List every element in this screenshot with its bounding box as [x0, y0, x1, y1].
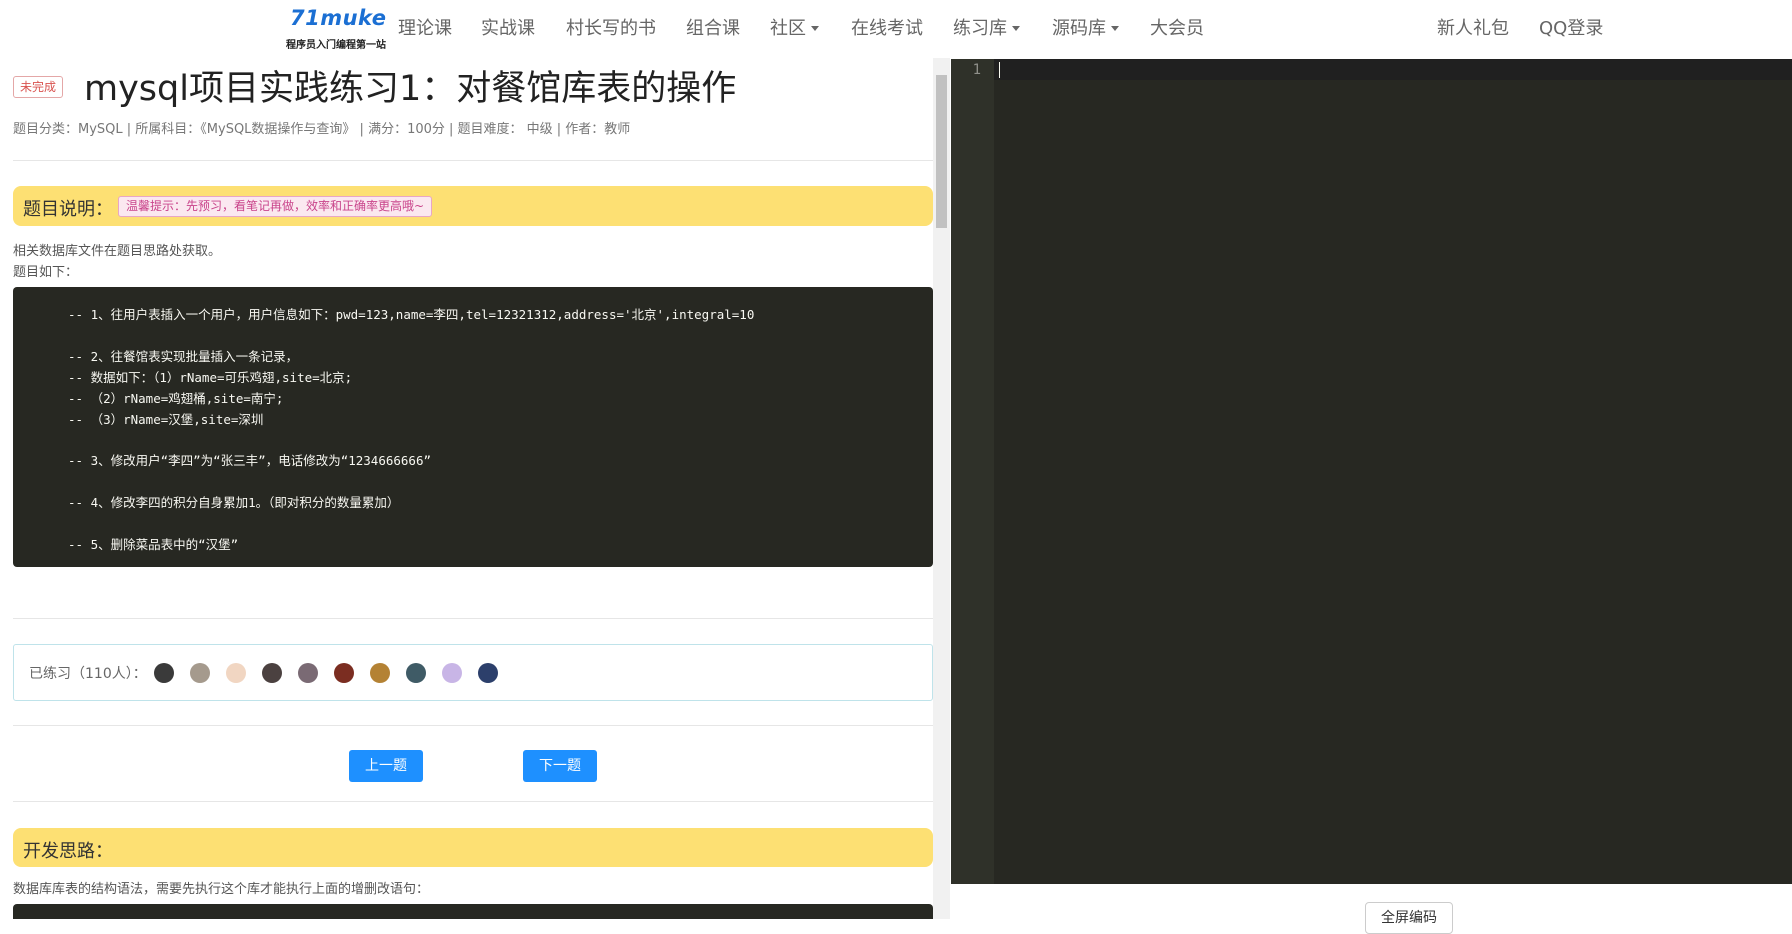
nav-books[interactable]: 村长写的书 — [566, 14, 656, 40]
prev-question-button[interactable]: 上一题 — [349, 750, 423, 782]
nav-exercise-library-label: 练习库 — [953, 18, 1007, 39]
code-line: -- 3、修改用户“李四”为“张三丰”，电话修改为“1234666666” — [68, 453, 432, 468]
practiced-users-box: 已练习（110人）： — [13, 644, 933, 701]
logo-tagline: 程序员入门编程第一站 — [286, 40, 386, 51]
divider — [13, 618, 933, 619]
nav-community-label: 社区 — [770, 18, 806, 39]
next-question-button[interactable]: 下一题 — [523, 750, 597, 782]
nav-bundle-course[interactable]: 组合课 — [686, 14, 740, 40]
description-line: 相关数据库文件在题目思路处获取。 — [13, 244, 222, 259]
site-logo[interactable]: 71muke 程序员入门编程第一站 — [286, 4, 386, 51]
code-line: -- （2）rName=鸡翅桶,site=南宁; — [68, 391, 284, 406]
top-navbar: 71muke 程序员入门编程第一站 理论课 实战课 村长写的书 组合课 社区 在… — [0, 0, 1792, 52]
scrollbar-thumb[interactable] — [936, 75, 947, 228]
page-title: mysql项目实践练习1：对餐馆库表的操作 — [84, 69, 737, 109]
problem-code-block: -- 1、往用户表插入一个用户，用户信息如下：pwd=123,name=李四,t… — [13, 287, 933, 567]
chevron-down-icon — [1111, 25, 1119, 31]
schema-code-block — [13, 904, 933, 919]
avatar[interactable] — [298, 663, 318, 683]
code-line: -- 4、修改李四的积分自身累加1。（即对积分的数量累加） — [68, 495, 400, 510]
code-editor[interactable]: 1 — [951, 59, 1792, 884]
avatar[interactable] — [334, 663, 354, 683]
code-line: -- 5、删除菜品表中的“汉堡” — [68, 537, 239, 552]
avatar[interactable] — [406, 663, 426, 683]
nav-theory-course[interactable]: 理论课 — [398, 14, 452, 40]
problem-meta: 题目分类：MySQL | 所属科目：《MySQL数据操作与查询》 | 满分：10… — [13, 122, 631, 137]
nav-source-library[interactable]: 源码库 — [1052, 14, 1119, 40]
scrollbar[interactable] — [933, 58, 950, 919]
tip-badge: 温馨提示：先预习，看笔记再做，效率和正确率更高哦~ — [118, 196, 433, 217]
nav-new-user-gift[interactable]: 新人礼包 — [1437, 14, 1509, 40]
divider — [13, 725, 933, 726]
avatar[interactable] — [478, 663, 498, 683]
avatar[interactable] — [190, 663, 210, 683]
description-header: 题目说明： 温馨提示：先预习，看笔记再做，效率和正确率更高哦~ — [13, 186, 933, 226]
divider — [13, 801, 933, 802]
avatar[interactable] — [370, 663, 390, 683]
avatar[interactable] — [226, 663, 246, 683]
thoughts-heading: 开发思路： — [23, 841, 113, 862]
code-line: -- 数据如下：（1）rName=可乐鸡翅,site=北京; — [68, 370, 353, 385]
avatar[interactable] — [262, 663, 282, 683]
nav-vip[interactable]: 大会员 — [1150, 14, 1204, 40]
chevron-down-icon — [811, 25, 819, 31]
editor-active-line[interactable] — [994, 59, 1792, 80]
divider — [13, 160, 933, 161]
line-number: 1 — [972, 62, 981, 78]
logo-text: 71muke — [290, 6, 387, 30]
status-badge: 未完成 — [13, 76, 64, 98]
chevron-down-icon — [1012, 25, 1020, 31]
nav-exercise-library[interactable]: 练习库 — [953, 14, 1020, 40]
nav-community[interactable]: 社区 — [770, 14, 819, 40]
avatar[interactable] — [154, 663, 174, 683]
thoughts-header: 开发思路： — [13, 828, 933, 867]
editor-gutter: 1 — [951, 59, 994, 884]
avatar[interactable] — [442, 663, 462, 683]
problem-panel: 未完成 mysql项目实践练习1：对餐馆库表的操作 题目分类：MySQL | 所… — [0, 58, 933, 919]
nav-practical-course[interactable]: 实战课 — [481, 14, 535, 40]
practiced-count-label: 已练习（110人）： — [29, 666, 147, 682]
description-line: 题目如下： — [13, 265, 79, 280]
code-line: -- （3）rName=汉堡,site=深圳 — [68, 412, 264, 427]
code-line: -- 1、往用户表插入一个用户，用户信息如下：pwd=123,name=李四,t… — [68, 307, 755, 322]
text-cursor — [999, 62, 1000, 78]
description-heading: 题目说明： — [23, 199, 113, 220]
nav-online-exam[interactable]: 在线考试 — [851, 14, 923, 40]
thoughts-line: 数据库库表的结构语法，需要先执行这个库才能执行上面的增删改语句： — [13, 882, 430, 897]
nav-source-library-label: 源码库 — [1052, 18, 1106, 39]
code-line: -- 2、往餐馆表实现批量插入一条记录， — [68, 349, 299, 364]
fullscreen-coding-button[interactable]: 全屏编码 — [1365, 902, 1453, 934]
nav-qq-login[interactable]: QQ登录 — [1539, 14, 1603, 40]
